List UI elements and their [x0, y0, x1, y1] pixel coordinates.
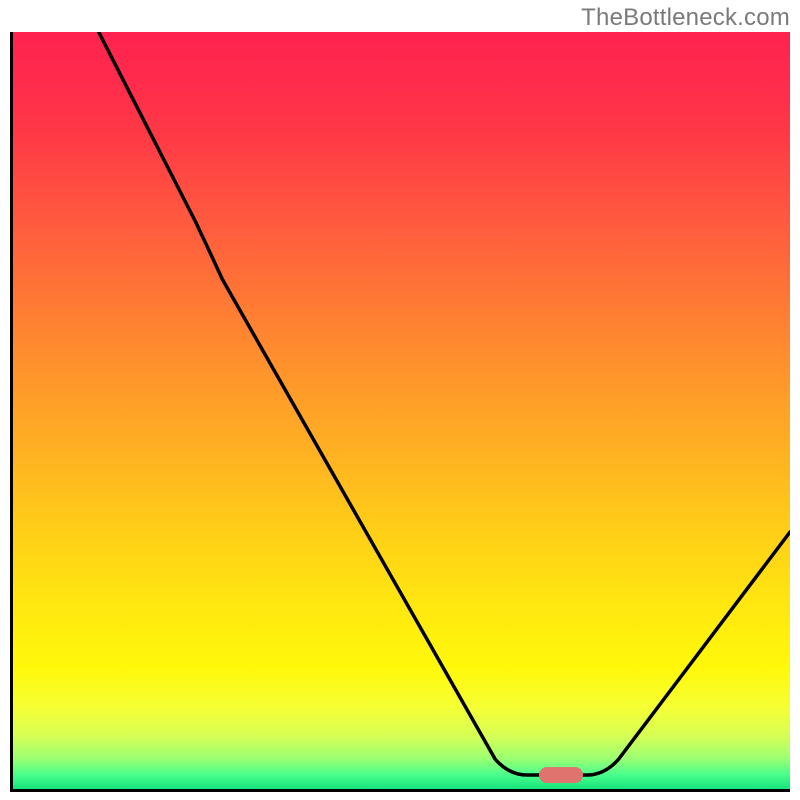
plot-area: [10, 32, 790, 792]
watermark-text: TheBottleneck.com: [581, 4, 790, 32]
curve-path: [99, 32, 790, 775]
optimal-marker: [539, 767, 583, 783]
chart-canvas: TheBottleneck.com: [0, 0, 800, 800]
bottleneck-curve: [13, 32, 790, 789]
